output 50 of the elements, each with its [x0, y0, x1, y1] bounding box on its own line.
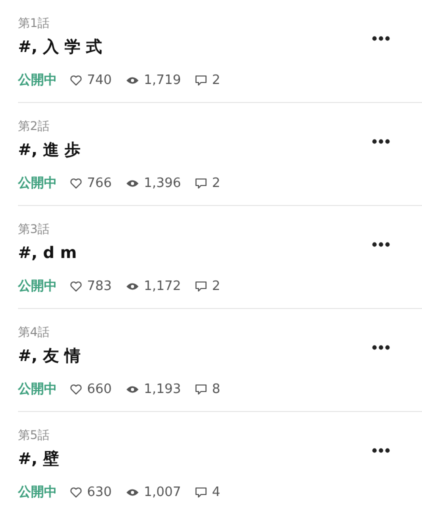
episode-number: 第2話 [18, 118, 51, 134]
status-label: 公開中 [18, 72, 57, 89]
status-label: 公開中 [18, 278, 57, 295]
comment-count: 4 [212, 484, 220, 500]
episode-number: 第5話 [18, 427, 51, 443]
more-icon[interactable] [372, 448, 390, 453]
view-count: 1,719 [144, 72, 182, 88]
heart-icon [70, 178, 82, 188]
comment-icon [195, 178, 208, 188]
episode-title[interactable]: #, 壁 [18, 448, 234, 470]
heart-icon [70, 280, 82, 292]
more-icon[interactable] [372, 36, 390, 41]
episode-number: 第3話 [18, 221, 51, 237]
more-icon[interactable] [372, 242, 390, 247]
view-count: 1,193 [144, 382, 182, 396]
like-count: 660 [87, 382, 112, 396]
episode-title[interactable]: #, d m [18, 242, 234, 264]
comment-count: 8 [212, 382, 220, 396]
view-count: 1,396 [144, 176, 182, 190]
comment-icon [195, 280, 208, 292]
more-icon[interactable] [372, 139, 390, 144]
episode-title[interactable]: #, 進 歩 [18, 139, 234, 161]
eye-icon [126, 488, 139, 496]
like-count: 630 [87, 484, 112, 500]
eye-icon [126, 76, 139, 84]
like-count: 740 [87, 72, 112, 88]
view-count: 1,007 [144, 484, 182, 500]
eye-icon [126, 282, 139, 290]
comment-count: 2 [212, 72, 220, 88]
eye-icon [126, 384, 139, 394]
comment-icon [195, 384, 208, 394]
episode-title[interactable]: #, 入 学 式 [18, 36, 234, 58]
eye-icon [126, 178, 139, 188]
heart-icon [70, 74, 82, 86]
like-count: 766 [87, 176, 112, 190]
comment-count: 2 [212, 176, 220, 190]
comment-count: 2 [212, 278, 220, 294]
comment-icon [195, 74, 208, 86]
status-label: 公開中 [18, 381, 57, 398]
comment-icon [195, 486, 208, 498]
like-count: 783 [87, 278, 112, 294]
more-icon[interactable] [372, 345, 390, 350]
episode-number: 第1話 [18, 15, 51, 31]
heart-icon [70, 384, 82, 394]
status-label: 公開中 [18, 484, 57, 501]
heart-icon [70, 486, 82, 498]
status-label: 公開中 [18, 175, 57, 192]
episode-title[interactable]: #, 友 情 [18, 345, 234, 367]
view-count: 1,172 [144, 278, 182, 294]
episode-number: 第4話 [18, 324, 51, 340]
